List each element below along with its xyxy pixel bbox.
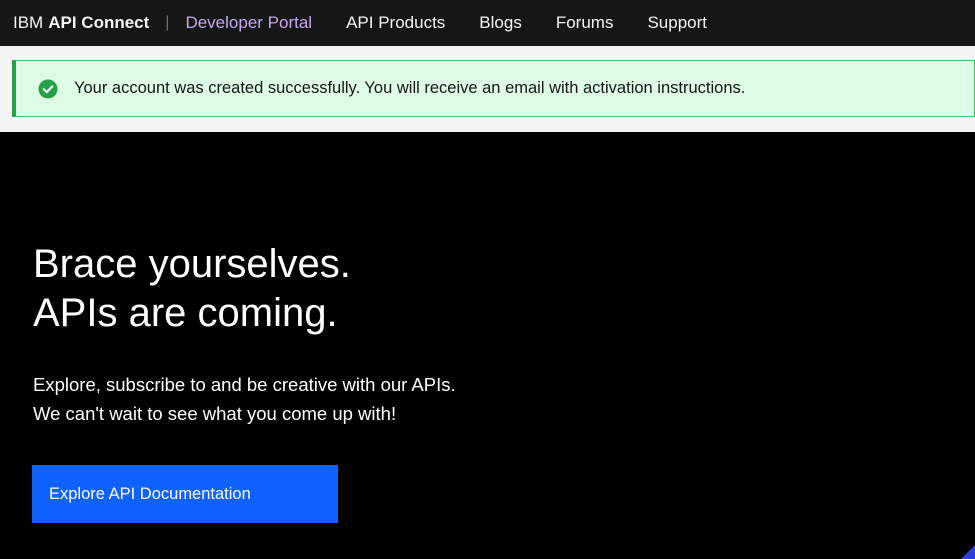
checkmark-filled-icon (38, 79, 58, 99)
hero-subtitle-line-1: Explore, subscribe to and be creative wi… (33, 374, 456, 395)
hero-subtitle-line-2: We can't wait to see what you come up wi… (33, 403, 397, 424)
brand-prefix: IBM (13, 13, 44, 32)
hero-banner: Brace yourselves. APIs are coming. Explo… (0, 132, 975, 559)
hero-subtitle: Explore, subscribe to and be creative wi… (33, 370, 456, 428)
hero-title-line-1: Brace yourselves. (33, 242, 351, 286)
notification-area: Your account was created successfully. Y… (0, 46, 975, 132)
top-navigation-bar: IBM API Connect | Developer Portal API P… (0, 0, 975, 46)
nav-developer-portal[interactable]: Developer Portal (185, 13, 312, 33)
brand-product-name: API Connect (48, 13, 150, 32)
success-notification: Your account was created successfully. Y… (12, 60, 975, 117)
decorative-corner-shape (961, 545, 975, 559)
nav-blogs[interactable]: Blogs (479, 13, 522, 33)
hero-title-line-2: APIs are coming. (33, 291, 338, 335)
notification-message: Your account was created successfully. Y… (74, 79, 746, 97)
nav-support[interactable]: Support (647, 13, 707, 33)
explore-api-documentation-button[interactable]: Explore API Documentation (32, 465, 338, 523)
nav-forums[interactable]: Forums (556, 13, 614, 33)
brand-divider: | (165, 14, 170, 31)
hero-title: Brace yourselves. APIs are coming. (33, 240, 351, 338)
nav-api-products[interactable]: API Products (346, 13, 445, 33)
brand-logo[interactable]: IBM API Connect (13, 13, 149, 33)
